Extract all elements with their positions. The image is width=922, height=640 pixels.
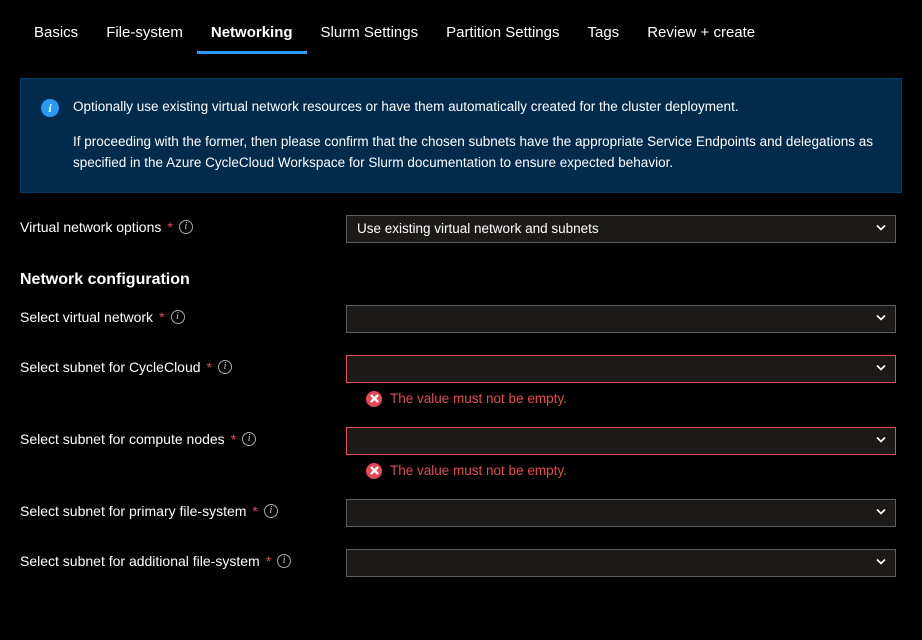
error-text: The value must not be empty. bbox=[390, 463, 567, 478]
chevron-down-icon bbox=[875, 433, 887, 448]
required-marker: * bbox=[207, 359, 212, 375]
select-subnet-cyclecloud-label: Select subnet for CycleCloud * i bbox=[20, 355, 330, 375]
select-vnet-dropdown[interactable] bbox=[346, 305, 896, 333]
required-marker: * bbox=[167, 219, 172, 235]
error-icon bbox=[366, 391, 382, 407]
label-text: Select virtual network bbox=[20, 309, 153, 325]
tab-file-system[interactable]: File-system bbox=[92, 16, 197, 54]
required-marker: * bbox=[266, 553, 271, 569]
tab-tags[interactable]: Tags bbox=[574, 16, 634, 54]
error-subnet-cyclecloud: The value must not be empty. bbox=[366, 391, 902, 407]
select-vnet-label: Select virtual network * i bbox=[20, 305, 330, 325]
tab-slurm-settings[interactable]: Slurm Settings bbox=[307, 16, 433, 54]
select-subnet-compute-dropdown[interactable] bbox=[346, 427, 896, 455]
select-subnet-additional-fs-dropdown[interactable] bbox=[346, 549, 896, 577]
info-tooltip-icon[interactable]: i bbox=[264, 504, 278, 518]
info-tooltip-icon[interactable]: i bbox=[242, 432, 256, 446]
required-marker: * bbox=[252, 503, 257, 519]
info-tooltip-icon[interactable]: i bbox=[277, 554, 291, 568]
label-text: Select subnet for primary file-system bbox=[20, 503, 246, 519]
chevron-down-icon bbox=[875, 361, 887, 376]
error-icon bbox=[366, 463, 382, 479]
select-value: Use existing virtual network and subnets bbox=[357, 221, 599, 236]
select-subnet-primary-fs-label: Select subnet for primary file-system * … bbox=[20, 499, 330, 519]
select-subnet-compute-label: Select subnet for compute nodes * i bbox=[20, 427, 330, 447]
select-subnet-primary-fs-dropdown[interactable] bbox=[346, 499, 896, 527]
required-marker: * bbox=[159, 309, 164, 325]
chevron-down-icon bbox=[875, 221, 887, 236]
label-text: Select subnet for compute nodes bbox=[20, 431, 225, 447]
error-text: The value must not be empty. bbox=[390, 391, 567, 406]
info-tooltip-icon[interactable]: i bbox=[218, 360, 232, 374]
tab-review-create[interactable]: Review + create bbox=[633, 16, 769, 54]
label-text: Select subnet for CycleCloud bbox=[20, 359, 201, 375]
info-line-2: If proceeding with the former, then plea… bbox=[73, 132, 881, 174]
vnet-options-label: Virtual network options * i bbox=[20, 215, 330, 235]
required-marker: * bbox=[231, 431, 236, 447]
select-subnet-cyclecloud-dropdown[interactable] bbox=[346, 355, 896, 383]
tab-basics[interactable]: Basics bbox=[20, 16, 92, 54]
info-text: Optionally use existing virtual network … bbox=[73, 97, 881, 174]
tab-networking[interactable]: Networking bbox=[197, 16, 307, 54]
select-subnet-additional-fs-label: Select subnet for additional file-system… bbox=[20, 549, 330, 569]
info-tooltip-icon[interactable]: i bbox=[179, 220, 193, 234]
error-subnet-compute: The value must not be empty. bbox=[366, 463, 902, 479]
chevron-down-icon bbox=[875, 311, 887, 326]
label-text: Select subnet for additional file-system bbox=[20, 553, 260, 569]
info-line-1: Optionally use existing virtual network … bbox=[73, 97, 881, 118]
vnet-options-select[interactable]: Use existing virtual network and subnets bbox=[346, 215, 896, 243]
tab-bar: Basics File-system Networking Slurm Sett… bbox=[0, 0, 922, 54]
network-config-heading: Network configuration bbox=[0, 271, 922, 289]
label-text: Virtual network options bbox=[20, 219, 161, 235]
chevron-down-icon bbox=[875, 505, 887, 520]
info-tooltip-icon[interactable]: i bbox=[171, 310, 185, 324]
chevron-down-icon bbox=[875, 555, 887, 570]
tab-partition-settings[interactable]: Partition Settings bbox=[432, 16, 573, 54]
info-banner: i Optionally use existing virtual networ… bbox=[20, 78, 902, 193]
info-icon: i bbox=[41, 99, 59, 117]
